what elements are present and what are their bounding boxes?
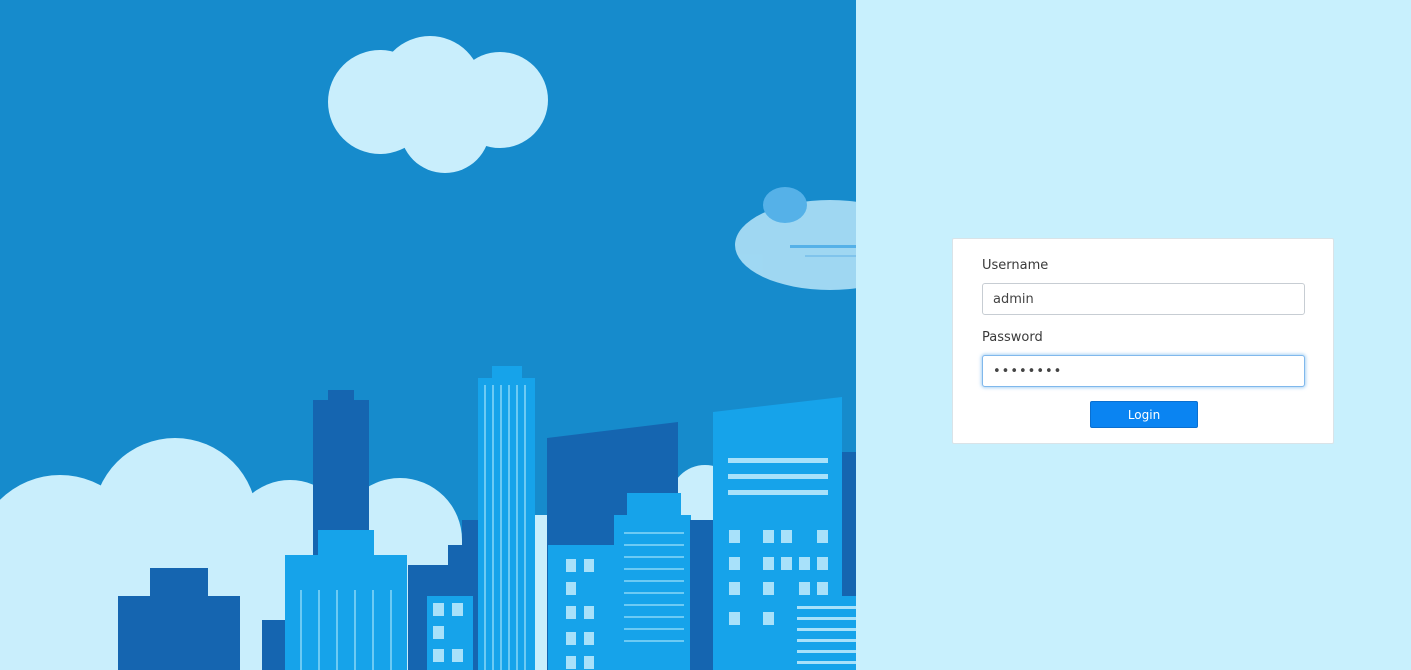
password-label: Password xyxy=(982,330,1043,345)
username-input[interactable] xyxy=(982,283,1305,315)
city-skyline-illustration xyxy=(0,0,856,670)
login-form: Username Password Login xyxy=(952,238,1334,444)
username-label: Username xyxy=(982,258,1049,273)
building-icon xyxy=(614,493,691,670)
password-input[interactable] xyxy=(982,355,1305,387)
login-button[interactable]: Login xyxy=(1090,401,1198,428)
building-icon xyxy=(790,596,856,670)
building-icon xyxy=(478,366,535,670)
building-icon xyxy=(427,596,473,670)
building-icon xyxy=(548,545,618,670)
